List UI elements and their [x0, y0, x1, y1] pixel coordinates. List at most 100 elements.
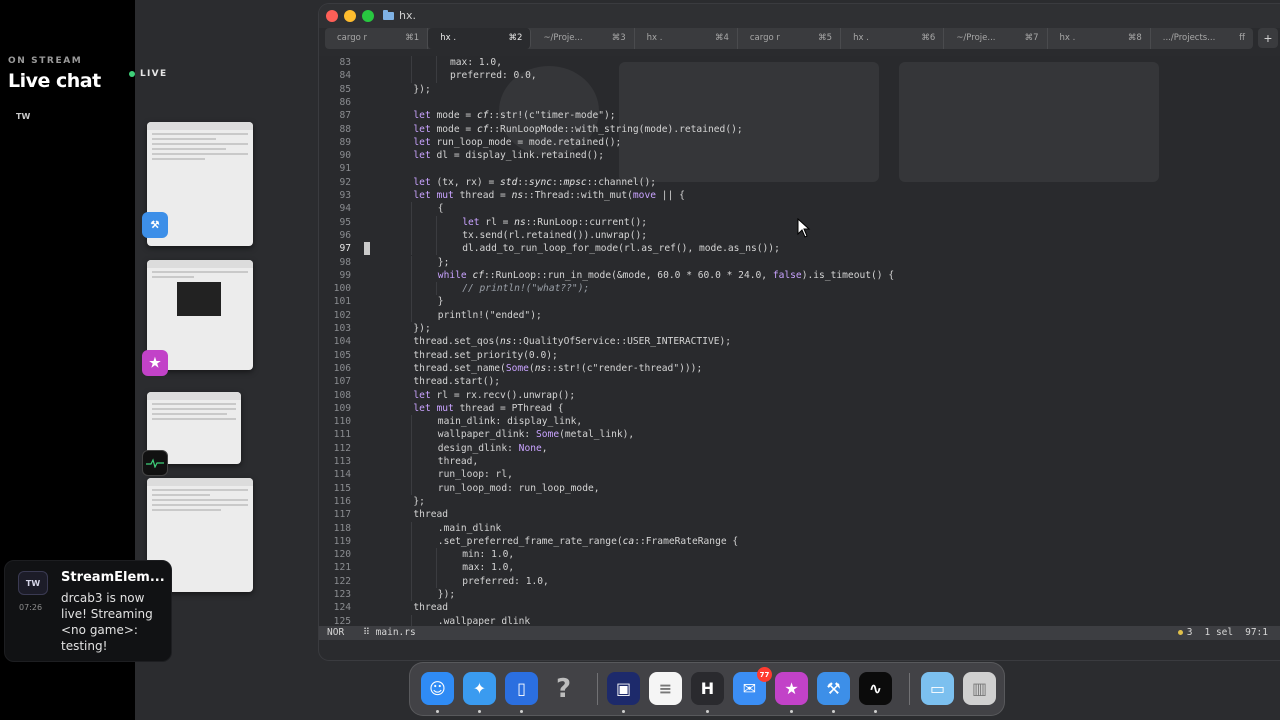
code-line[interactable]: 116};: [319, 495, 1259, 508]
downloads-folder-icon[interactable]: ▭: [921, 672, 954, 705]
line-number: 97: [339, 243, 351, 255]
tab-3[interactable]: ~/Proje... ⌘3: [531, 28, 635, 49]
code-line[interactable]: 108 let rl = rx.recv().unwrap();: [319, 389, 1259, 402]
line-code: let mut thread = ns::Thread::with_mut(mo…: [413, 190, 685, 201]
zoom-icon[interactable]: [362, 10, 374, 22]
code-line[interactable]: 99 while cf::RunLoop::run_in_mode(&mode, …: [319, 268, 1259, 283]
line-number: 114: [333, 469, 351, 481]
code-line[interactable]: 121 max: 1.0,: [319, 561, 1259, 575]
tab-5[interactable]: cargo r ⌘5: [738, 28, 842, 49]
line-number: 120: [333, 549, 351, 561]
code-line[interactable]: 95 let rl = ns::RunLoop::current();: [319, 215, 1259, 229]
code-line[interactable]: 106 thread.set_name(Some(ns::str!(c"rende…: [319, 362, 1259, 375]
code-line[interactable]: 100 // println!("what??");: [319, 282, 1259, 296]
tab-6[interactable]: hx . ⌘6: [841, 28, 945, 49]
cursor-marker: [364, 242, 370, 256]
code-line[interactable]: 97 dl.add_to_run_loop_for_mode(rl.as_ref(…: [319, 242, 1259, 256]
code-line[interactable]: 105 thread.set_priority(0.0);: [319, 349, 1259, 362]
code-line[interactable]: 107 thread.start();: [319, 375, 1259, 388]
line-code: thread,: [437, 456, 479, 467]
xcode-beta-icon[interactable]: ⚒: [817, 672, 850, 705]
simulator-icon[interactable]: ▯: [505, 672, 538, 705]
line-code: tx.send(rl.retained()).unwrap();: [462, 229, 648, 241]
code-line[interactable]: 104 thread.set_qos(ns::QualityOfService::…: [319, 335, 1259, 348]
code-line[interactable]: 109 let mut thread = PThread {: [319, 402, 1259, 415]
running-indicator: [436, 710, 439, 713]
help-icon[interactable]: ?: [547, 672, 580, 705]
code-line[interactable]: 123});: [319, 588, 1259, 602]
code-line[interactable]: 96 tx.send(rl.retained()).unwrap();: [319, 228, 1259, 243]
code-line[interactable]: 102 println!("ended");: [319, 308, 1259, 322]
minimize-icon[interactable]: [344, 10, 356, 22]
helix-icon[interactable]: H: [691, 672, 724, 705]
tab-7[interactable]: ~/Proje... ⌘7: [944, 28, 1048, 49]
code-line[interactable]: 98};: [319, 255, 1259, 269]
code-line[interactable]: 125 .wallpaper_dlink: [319, 614, 1259, 626]
line-code: wallpaper_dlink: Some(metal_link),: [437, 429, 635, 441]
stream-notification[interactable]: TW 07:26 StreamElem... drcab3 is now liv…: [4, 560, 172, 662]
activity-monitor-icon[interactable]: ∿: [859, 672, 892, 705]
running-indicator: [622, 710, 625, 713]
code-line[interactable]: 87 let mode = cf::str!(c"timer-mode");: [319, 109, 1259, 122]
line-code: let mode = cf::RunLoopMode::with_string(…: [413, 123, 743, 135]
tab-2[interactable]: hx . ⌘2: [428, 28, 532, 49]
tab-label: hx .: [1059, 33, 1076, 43]
screen-sharing-icon[interactable]: ▣: [607, 672, 640, 705]
line-number: 93: [339, 190, 351, 201]
code-line[interactable]: 91: [319, 162, 1259, 175]
code-line[interactable]: 90 let dl = display_link.retained();: [319, 149, 1259, 162]
code-line[interactable]: 111 wallpaper_dlink: Some(metal_link),: [319, 428, 1259, 442]
code-line[interactable]: 86: [319, 96, 1259, 109]
line-number: 119: [333, 535, 351, 547]
notes-icon[interactable]: ≡: [649, 672, 682, 705]
code-line[interactable]: 92 let (tx, rx) = std::sync::mpsc::channe…: [319, 176, 1259, 189]
code-line[interactable]: 110 main_dlink: display_link,: [319, 415, 1259, 429]
code-line[interactable]: 118 .main_dlink: [319, 521, 1259, 535]
line-number: 83: [339, 57, 351, 68]
code-line[interactable]: 112 design_dlink: None,: [319, 441, 1259, 455]
code-line[interactable]: 120 min: 1.0,: [319, 548, 1259, 562]
new-tab-button[interactable]: +: [1258, 28, 1278, 48]
line-number: 101: [333, 296, 351, 308]
code-line[interactable]: 122 preferred: 1.0,: [319, 574, 1259, 588]
code-line[interactable]: 103});: [319, 322, 1259, 335]
line-number: 104: [333, 336, 351, 348]
tab-9[interactable]: .../Projects... ff: [1151, 28, 1253, 49]
code-editor[interactable]: 83 max: 1.0, 84 preferred: 0.0, 85}); 86 87 let…: [319, 56, 1280, 626]
line-code: dl.add_to_run_loop_for_mode(rl.as_ref(),…: [462, 243, 780, 255]
trash-icon[interactable]: ▥: [963, 672, 996, 705]
mail-icon[interactable]: ✉ 77: [733, 667, 772, 705]
tab-8[interactable]: hx . ⌘8: [1048, 28, 1151, 49]
code-line[interactable]: 117 thread: [319, 508, 1259, 521]
code-line[interactable]: 94 {: [319, 202, 1259, 216]
window-title-text: hx.: [399, 9, 416, 22]
code-line[interactable]: 119 .set_preferred_frame_rate_range(ca::F…: [319, 534, 1259, 549]
safari-icon[interactable]: ✦: [463, 672, 496, 705]
tab-label: .../Projects...: [1162, 33, 1216, 43]
code-line[interactable]: 101}: [319, 295, 1259, 309]
code-line[interactable]: 83 max: 1.0,: [319, 56, 1259, 70]
code-line[interactable]: 113 thread,: [319, 455, 1259, 469]
code-line[interactable]: 89 let run_loop_mode = mode.retained();: [319, 136, 1259, 149]
code-line[interactable]: 124 thread: [319, 601, 1259, 614]
line-code: });: [413, 83, 431, 95]
close-icon[interactable]: [326, 10, 338, 22]
line-number: 103: [333, 323, 351, 334]
code-line[interactable]: 115 run_loop_mod: run_loop_mode,: [319, 481, 1259, 495]
code-line[interactable]: 114 run_loop: rl,: [319, 468, 1259, 482]
line-code: while cf::RunLoop::run_in_mode(&mode, 60…: [437, 269, 895, 281]
line-code: {: [437, 203, 444, 215]
notification-title: StreamElem...: [61, 570, 165, 585]
code-line[interactable]: 85});: [319, 83, 1259, 96]
code-line[interactable]: 88 let mode = cf::RunLoopMode::with_strin…: [319, 123, 1259, 136]
code-line[interactable]: 93 let mut thread = ns::Thread::with_mut(…: [319, 189, 1259, 202]
code-line[interactable]: 84 preferred: 0.0,: [319, 69, 1259, 83]
tab-1[interactable]: cargo r ⌘1: [325, 28, 429, 49]
feedback-icon[interactable]: ★: [775, 672, 808, 705]
line-code: preferred: 1.0,: [462, 575, 549, 587]
line-code: let rl = ns::RunLoop::current();: [462, 216, 648, 228]
line-code: .set_preferred_frame_rate_range(ca::Fram…: [437, 535, 739, 547]
tab-shortcut: ⌘6: [921, 33, 936, 43]
finder-icon[interactable]: ☺: [421, 672, 454, 705]
tab-4[interactable]: hx . ⌘4: [635, 28, 738, 49]
